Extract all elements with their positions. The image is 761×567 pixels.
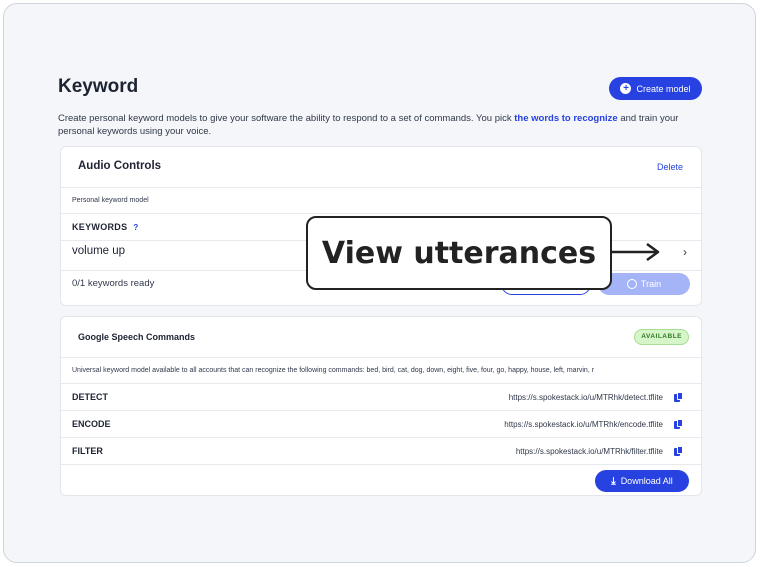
description-text: Create personal keyword models to give y…	[58, 113, 515, 124]
model-type-label: Personal keyword model	[72, 197, 149, 204]
arrow-right-icon	[611, 242, 660, 262]
clock-icon	[626, 279, 637, 289]
divider	[61, 464, 701, 465]
copy-icon[interactable]	[674, 419, 683, 429]
row-url[interactable]: https://s.spokestack.io/u/MTRhk/filter.t…	[516, 447, 663, 456]
model-type-row: Personal keyword model	[61, 187, 701, 213]
chevron-right-icon[interactable]: ›	[683, 245, 687, 259]
copy-icon[interactable]	[674, 446, 683, 456]
row-url[interactable]: https://s.spokestack.io/u/MTRhk/detect.t…	[509, 393, 663, 402]
callout-label: View utterances	[306, 216, 612, 290]
page-title: Keyword	[58, 76, 139, 97]
create-model-button[interactable]: + Create model	[609, 77, 702, 100]
row-label: ENCODE	[72, 419, 111, 429]
row-label: FILTER	[72, 446, 103, 456]
download-icon: ⤓	[611, 475, 616, 487]
plus-icon: +	[620, 83, 632, 94]
page-description: Create personal keyword models to give y…	[58, 112, 708, 138]
download-all-button[interactable]: ⤓ Download All	[595, 470, 689, 492]
row-label: DETECT	[72, 392, 108, 402]
speech-commands-card: Google Speech Commands AVAILABLE Univers…	[60, 316, 702, 496]
delete-button[interactable]: Delete	[657, 162, 683, 172]
keywords-label: KEYWORDS?	[72, 222, 139, 232]
keywords-ready-status: 0/1 keywords ready	[72, 278, 155, 289]
copy-icon[interactable]	[674, 392, 683, 402]
keyword-name: volume up	[72, 245, 126, 257]
status-badge: AVAILABLE	[634, 329, 689, 345]
help-icon[interactable]: ?	[133, 223, 138, 232]
card-title: Google Speech Commands	[78, 332, 196, 342]
card-title: Audio Controls	[78, 160, 162, 172]
app-frame: Keyword + Create model Create personal k…	[3, 3, 756, 563]
words-to-recognize-link[interactable]: the words to recognize	[514, 113, 617, 124]
table-row: ENCODE https://s.spokestack.io/u/MTRhk/e…	[61, 410, 701, 437]
row-url[interactable]: https://s.spokestack.io/u/MTRhk/encode.t…	[504, 420, 663, 429]
train-label: Train	[640, 279, 662, 289]
create-model-label: Create model	[636, 83, 691, 94]
table-row: FILTER https://s.spokestack.io/u/MTRhk/f…	[61, 437, 701, 464]
table-row: DETECT https://s.spokestack.io/u/MTRhk/d…	[61, 383, 701, 410]
download-all-label: Download All	[620, 476, 673, 486]
model-description: Universal keyword model available to all…	[72, 367, 595, 374]
